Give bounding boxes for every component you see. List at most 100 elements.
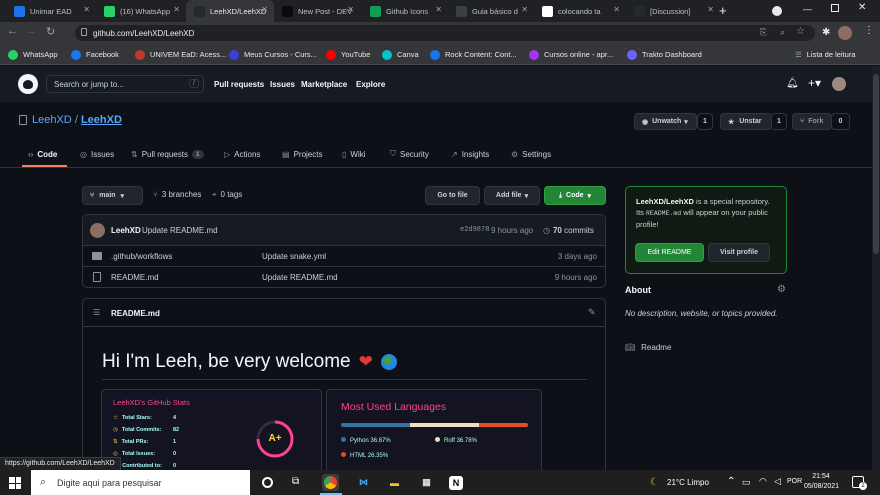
browser-tab[interactable]: [Discussion] ✕ xyxy=(626,0,720,22)
unstar-button[interactable]: ★ Unstar xyxy=(720,113,772,130)
browser-tab[interactable]: Github Icons ✕ xyxy=(362,0,448,22)
maximize-button[interactable] xyxy=(831,4,839,12)
extensions-icon[interactable]: ✱ xyxy=(822,27,830,38)
repo-name-link[interactable]: LeehXD xyxy=(81,114,122,126)
taskbar-search-input[interactable]: ⌕ Digite aqui para pesquisar xyxy=(31,470,250,495)
close-tab-icon[interactable]: ✕ xyxy=(435,5,442,14)
browser-tab[interactable]: colocando ta ✕ xyxy=(534,0,626,22)
notion-icon[interactable]: N xyxy=(449,476,463,490)
create-new-icon[interactable]: +▾ xyxy=(808,76,821,90)
scrollbar-thumb[interactable] xyxy=(873,74,879,254)
file-name[interactable]: .github/workflows xyxy=(111,252,172,261)
bookmark-item[interactable]: UNIVEM EaD: Acess... xyxy=(135,48,226,61)
tab-pull-requests[interactable]: ⇅ Pull requests 1 xyxy=(131,146,204,162)
volume-icon[interactable]: ◁ xyxy=(774,476,781,487)
calculator-icon[interactable]: ▦ xyxy=(418,474,435,491)
pencil-icon[interactable]: ✎ xyxy=(588,307,596,318)
commits-link[interactable]: ◷ 70 commits xyxy=(543,226,594,235)
star-icon[interactable]: ☆ xyxy=(796,26,805,37)
chrome-taskbar-icon[interactable] xyxy=(322,474,339,491)
back-icon[interactable]: ← xyxy=(7,25,18,37)
repo-owner-link[interactable]: LeehXD xyxy=(32,114,72,126)
branch-select-button[interactable]: ⑂ main ▾ xyxy=(82,186,143,205)
close-tab-icon[interactable]: ✕ xyxy=(261,5,268,14)
fork-button[interactable]: ⑂ Fork xyxy=(792,113,832,130)
close-window-button[interactable]: ✕ xyxy=(858,2,866,13)
nav-link-marketplace[interactable]: Marketplace xyxy=(301,80,347,89)
forward-icon[interactable]: → xyxy=(26,25,37,37)
tray-chevron-icon[interactable]: ⌃ xyxy=(727,476,735,487)
clock[interactable]: 21:54 05/08/2021 xyxy=(804,472,839,492)
nav-link-explore[interactable]: Explore xyxy=(356,80,385,89)
profile-avatar[interactable] xyxy=(838,26,852,40)
go-to-file-button[interactable]: Go to file xyxy=(425,186,480,205)
edit-readme-button[interactable]: Edit README xyxy=(635,243,704,262)
tab-settings[interactable]: ⚙ Settings xyxy=(511,146,551,162)
watchers-count[interactable]: 1 xyxy=(697,113,713,130)
reading-list[interactable]: ☰ Lista de leitura xyxy=(795,48,856,61)
browser-tab[interactable]: Unimar EAD ✕ xyxy=(6,0,96,22)
network-icon[interactable]: ▭ xyxy=(742,477,751,488)
tab-actions[interactable]: ▷ Actions xyxy=(224,146,260,162)
github-logo-icon[interactable] xyxy=(18,74,38,94)
bookmark-item[interactable]: Canva xyxy=(382,48,419,61)
tab-issues[interactable]: ◎ Issues xyxy=(80,146,114,162)
nav-link-pull-requests[interactable]: Pull requests xyxy=(214,80,264,89)
reload-icon[interactable]: ↻ xyxy=(46,25,55,38)
file-row[interactable]: .github/workflows Update snake.yml 3 days … xyxy=(83,246,605,267)
user-avatar[interactable] xyxy=(832,77,846,91)
address-bar[interactable]: github.com/LeehXD/LeehXD ⎘ ⌕ ☆ xyxy=(75,25,815,41)
stars-count[interactable]: 1 xyxy=(771,113,787,130)
forks-count[interactable]: 0 xyxy=(831,113,850,130)
bookmark-item[interactable]: Trakto Dashboard xyxy=(627,48,702,61)
file-commit-message[interactable]: Update snake.yml xyxy=(262,252,326,261)
branches-link[interactable]: ⑂ 3 branches xyxy=(153,190,201,199)
github-stats-card[interactable]: LeehXD's GitHub Stats ☆ Total Stars: 4 ◷ Tot… xyxy=(101,389,322,479)
page-scrollbar[interactable] xyxy=(872,66,880,470)
author-avatar[interactable] xyxy=(90,223,105,238)
language-icon[interactable]: POR xyxy=(787,478,802,485)
bookmark-item[interactable]: YouTube xyxy=(326,48,370,61)
tab-code[interactable]: ‹› Code xyxy=(28,146,57,162)
file-explorer-icon[interactable]: ▬ xyxy=(386,474,403,491)
browser-tab[interactable]: Guia básico d ✕ xyxy=(448,0,534,22)
browser-tab[interactable]: New Post - DEV ✕ xyxy=(274,0,360,22)
bookmark-item[interactable]: Cursos online - apr... xyxy=(529,48,613,61)
notifications-icon[interactable]: 2 xyxy=(852,476,867,490)
close-tab-icon[interactable]: ✕ xyxy=(173,5,180,14)
tab-insights[interactable]: ↗ Insights xyxy=(451,146,489,162)
commit-hash[interactable]: e2d9878 xyxy=(460,226,489,234)
search-input[interactable]: Search or jump to... / xyxy=(46,75,204,93)
weather-text[interactable]: 21°C Limpo xyxy=(667,478,709,487)
visit-profile-button[interactable]: Visit profile xyxy=(708,243,770,262)
tab-projects[interactable]: ▤ Projects xyxy=(282,146,322,162)
windows-start-icon[interactable] xyxy=(9,477,21,489)
new-tab-button[interactable]: + xyxy=(719,3,727,18)
bookmark-item[interactable]: Facebook xyxy=(71,48,119,61)
close-tab-icon[interactable]: ✕ xyxy=(83,5,90,14)
bell-icon[interactable]: 🔔︎ xyxy=(786,78,799,89)
add-file-button[interactable]: Add file ▾ xyxy=(484,186,540,205)
file-commit-message[interactable]: Update README.md xyxy=(262,273,338,282)
close-tab-icon[interactable]: ✕ xyxy=(707,5,714,14)
top-languages-card[interactable]: Most Used Languages Python 36.87% Roff 36… xyxy=(326,389,542,479)
wifi-icon[interactable]: ◠ xyxy=(759,476,767,487)
minimize-button[interactable]: — xyxy=(803,4,812,14)
browser-tab[interactable]: LeehXD/LeehXD ✕ xyxy=(186,0,274,22)
readme-link[interactable]: 📖︎ Readme xyxy=(625,343,671,352)
file-row[interactable]: README.md Update README.md 9 hours ago xyxy=(83,267,605,288)
list-icon[interactable]: ☰ xyxy=(93,308,100,317)
zoom-icon[interactable]: ⌕ xyxy=(780,27,785,38)
close-tab-icon[interactable]: ✕ xyxy=(613,5,620,14)
bookmark-item[interactable]: Rock Content: Cont... xyxy=(430,48,517,61)
menu-icon[interactable]: ⋮ xyxy=(864,25,874,36)
tab-search-icon[interactable] xyxy=(772,6,782,16)
translate-icon[interactable]: ⎘ xyxy=(760,27,767,38)
tags-link[interactable]: ⌖ 0 tags xyxy=(212,190,242,200)
commit-message[interactable]: Update README.md xyxy=(142,226,218,235)
close-tab-icon[interactable]: ✕ xyxy=(347,5,354,14)
unwatch-button[interactable]: ◉ Unwatch ▾ xyxy=(634,113,697,130)
tab-wiki[interactable]: ▯ Wiki xyxy=(342,146,366,162)
bookmark-item[interactable]: WhatsApp xyxy=(8,48,58,61)
commit-author[interactable]: LeehXD xyxy=(111,226,141,235)
